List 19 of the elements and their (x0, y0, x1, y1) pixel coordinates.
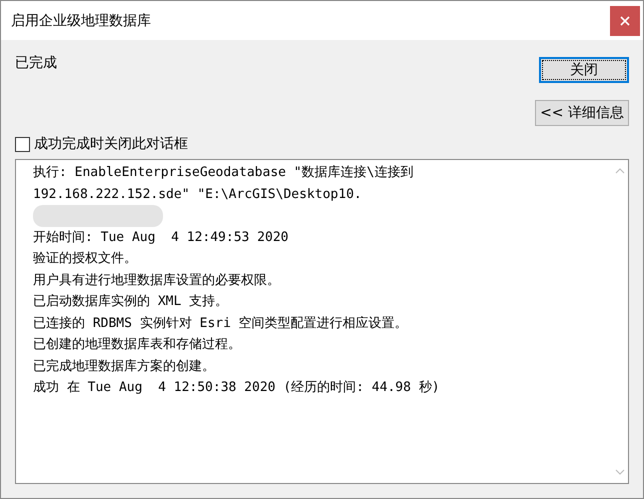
log-line: 开始时间: Tue Aug 4 12:49:53 2020 (33, 228, 290, 246)
checkbox-label[interactable]: 成功完成时关闭此对话框 (34, 135, 188, 153)
log-line: 成功 在 Tue Aug 4 12:50:38 2020 (经历的时间: 44.98 秒) (33, 379, 441, 397)
log-line: 验证的授权文件。 (33, 250, 138, 268)
window-title: 启用企业级地理数据库 (11, 12, 151, 30)
log-line: 已完成地理数据库方案的创建。 (33, 358, 216, 376)
log-line: 已连接的 RDBMS 实例针对 Esri 空间类型配置进行相应设置。 (33, 314, 409, 332)
log-line: 用户具有进行地理数据库设置的必要权限。 (33, 272, 281, 290)
log-line: 执行: EnableEnterpriseGeodatabase "数据库连接\连接到 (33, 164, 414, 182)
log-line: 已启动数据库实例的 XML 支持。 (33, 293, 230, 311)
close-icon (620, 16, 630, 26)
log-line: 已创建的地理数据库表和存储过程。 (33, 336, 242, 354)
checkbox[interactable] (15, 136, 30, 152)
log-line: 192.168.222.152.sde" "E:\ArcGIS\Desktop10. (33, 186, 363, 204)
status-text: 已完成 (15, 54, 57, 73)
close-dialog-button[interactable]: 关闭 (539, 57, 629, 83)
log-textbox[interactable] (15, 159, 629, 484)
close-button[interactable] (610, 6, 640, 36)
details-button[interactable]: << 详细信息 (535, 100, 629, 126)
